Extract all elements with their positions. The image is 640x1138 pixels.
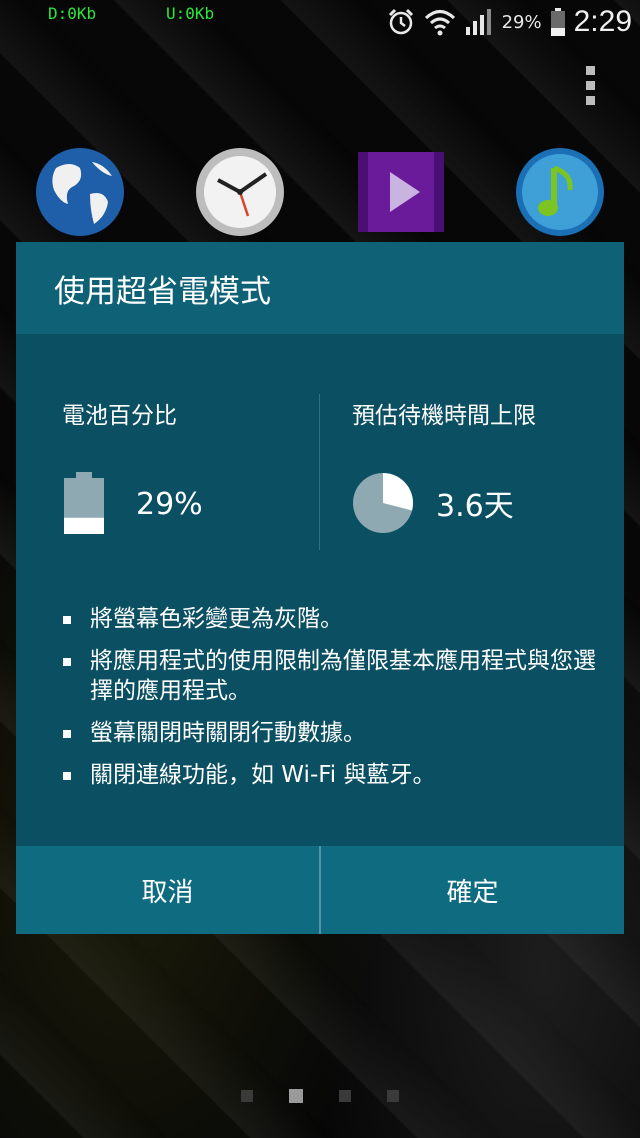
page-dot[interactable] xyxy=(339,1090,351,1102)
standby-pie-icon xyxy=(353,473,414,533)
standby-time-label: 預估待機時間上限 xyxy=(352,403,536,429)
dialog-title: 使用超省電模式 xyxy=(16,242,624,334)
music-icon[interactable] xyxy=(514,146,606,238)
standby-stat: 預估待機時間上限 3.6天 xyxy=(352,396,536,534)
feature-item: 螢幕關閉時關閉行動數據。 xyxy=(60,718,600,748)
globe-icon[interactable] xyxy=(34,146,126,238)
overflow-menu-icon[interactable] xyxy=(584,66,598,112)
download-speed: D:0Kb xyxy=(48,4,97,23)
confirm-button[interactable]: 確定 xyxy=(321,846,624,934)
dialog-button-bar: 取消 確定 xyxy=(16,846,624,934)
wifi-icon xyxy=(424,10,455,36)
home-page-indicator xyxy=(0,1089,640,1103)
stats-divider xyxy=(319,394,320,550)
battery-percent-value: 29% xyxy=(136,486,203,522)
page-dot[interactable] xyxy=(387,1090,399,1102)
alarm-icon xyxy=(388,8,413,35)
status-bar: D:0Kb U:0Kb 29% 2:29 xyxy=(0,0,640,44)
battery-icon xyxy=(550,8,565,36)
feature-list: 將螢幕色彩變更為灰階。 將應用程式的使用限制為僅限基本應用程式與您選擇的應用程式… xyxy=(60,604,600,802)
battery-percent-label: 電池百分比 xyxy=(62,403,177,429)
video-icon[interactable] xyxy=(356,146,448,238)
stats-panel: 電池百分比 29% 預估待機時間上限 3.6天 xyxy=(16,396,624,556)
clock-icon[interactable] xyxy=(194,146,286,238)
standby-time-value: 3.6天 xyxy=(436,489,514,524)
battery-percent: 29% xyxy=(501,11,542,33)
feature-item: 將應用程式的使用限制為僅限基本應用程式與您選擇的應用程式。 xyxy=(60,646,600,706)
cancel-button[interactable]: 取消 xyxy=(16,846,319,934)
ultra-power-saving-dialog: 使用超省電模式 電池百分比 29% 預估待機時間上限 3.6天 將螢幕色彩變更為… xyxy=(16,242,624,934)
battery-level-icon xyxy=(64,472,104,534)
signal-icon xyxy=(465,9,491,35)
page-dot[interactable] xyxy=(289,1089,303,1103)
upload-speed: U:0Kb xyxy=(166,4,215,23)
battery-stat: 電池百分比 29% xyxy=(62,396,203,536)
page-dot[interactable] xyxy=(241,1090,253,1102)
clock-time: 2:29 xyxy=(573,5,632,38)
feature-item: 將螢幕色彩變更為灰階。 xyxy=(60,604,600,634)
feature-item: 關閉連線功能，如 Wi-Fi 與藍牙。 xyxy=(60,760,600,790)
